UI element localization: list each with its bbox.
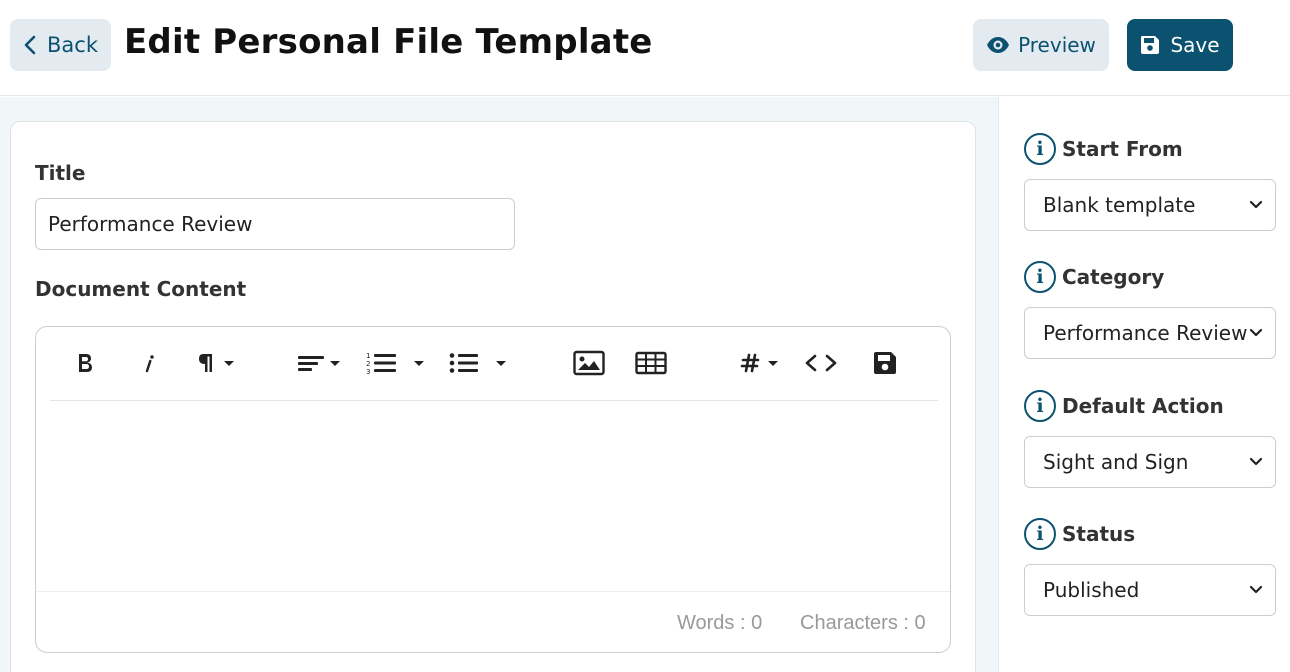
header: Back Edit Personal File Template Preview…: [0, 0, 1290, 96]
start-from-label-group: i Start From: [1024, 133, 1183, 165]
chevron-down-icon: [1249, 457, 1263, 466]
paragraph-icon[interactable]: [194, 345, 242, 381]
status-value: Published: [1043, 578, 1140, 602]
main-area: Title Document Content: [0, 97, 999, 672]
rich-text-editor: 123 Words: 0 Characters: 0: [35, 326, 951, 653]
back-button-label: Back: [47, 33, 98, 57]
chevron-left-icon: [24, 35, 36, 55]
category-label: Category: [1062, 265, 1165, 289]
default-action-label-group: i Default Action: [1024, 390, 1224, 422]
code-icon[interactable]: [804, 345, 838, 381]
category-select[interactable]: Performance Review: [1024, 307, 1276, 359]
template-form-card: Title Document Content: [10, 121, 976, 672]
image-icon[interactable]: [572, 345, 606, 381]
editor-status-bar: Words : 0 Characters : 0: [36, 591, 950, 652]
info-icon[interactable]: i: [1024, 261, 1056, 293]
svg-text:1: 1: [366, 352, 370, 360]
svg-text:3: 3: [366, 368, 370, 376]
svg-text:2: 2: [366, 360, 370, 368]
unordered-list-icon[interactable]: [448, 345, 514, 381]
save-button-label: Save: [1170, 33, 1220, 57]
save-button[interactable]: Save: [1127, 19, 1233, 71]
default-action-label: Default Action: [1062, 394, 1224, 418]
table-icon[interactable]: [634, 345, 668, 381]
start-from-label: Start From: [1062, 137, 1183, 161]
italic-icon[interactable]: [134, 345, 164, 381]
eye-icon: [987, 37, 1010, 53]
bold-icon[interactable]: [70, 345, 100, 381]
title-input[interactable]: [35, 198, 515, 250]
align-icon[interactable]: [296, 345, 348, 381]
editor-toolbar: 123: [50, 327, 938, 401]
page-title: Edit Personal File Template: [124, 22, 653, 62]
preview-button[interactable]: Preview: [973, 19, 1109, 71]
save-icon[interactable]: [870, 345, 900, 381]
start-from-select[interactable]: Blank template: [1024, 179, 1276, 231]
info-icon[interactable]: i: [1024, 133, 1056, 165]
chevron-down-icon: [1249, 200, 1263, 209]
status-select[interactable]: Published: [1024, 564, 1276, 616]
category-label-group: i Category: [1024, 261, 1164, 293]
info-icon[interactable]: i: [1024, 518, 1056, 550]
status-label: Status: [1062, 522, 1136, 546]
category-value: Performance Review: [1043, 321, 1248, 345]
floppy-disk-icon: [1141, 36, 1160, 54]
back-button[interactable]: Back: [10, 19, 111, 71]
word-count: Words : 0: [677, 612, 763, 634]
default-action-value: Sight and Sign: [1043, 450, 1189, 474]
preview-button-label: Preview: [1018, 33, 1096, 57]
editor-content-area[interactable]: [37, 402, 949, 591]
status-label-group: i Status: [1024, 518, 1135, 550]
character-count: Characters : 0: [800, 612, 926, 634]
chevron-down-icon: [1249, 585, 1263, 594]
title-label: Title: [35, 161, 86, 185]
template-settings-sidebar: i Start From Blank template i Category P…: [1000, 97, 1290, 672]
start-from-value: Blank template: [1043, 193, 1196, 217]
info-icon[interactable]: i: [1024, 390, 1056, 422]
document-content-label: Document Content: [35, 277, 247, 301]
hashtag-icon[interactable]: [740, 345, 788, 381]
chevron-down-icon: [1249, 328, 1263, 337]
default-action-select[interactable]: Sight and Sign: [1024, 436, 1276, 488]
ordered-list-icon[interactable]: 123: [366, 345, 432, 381]
